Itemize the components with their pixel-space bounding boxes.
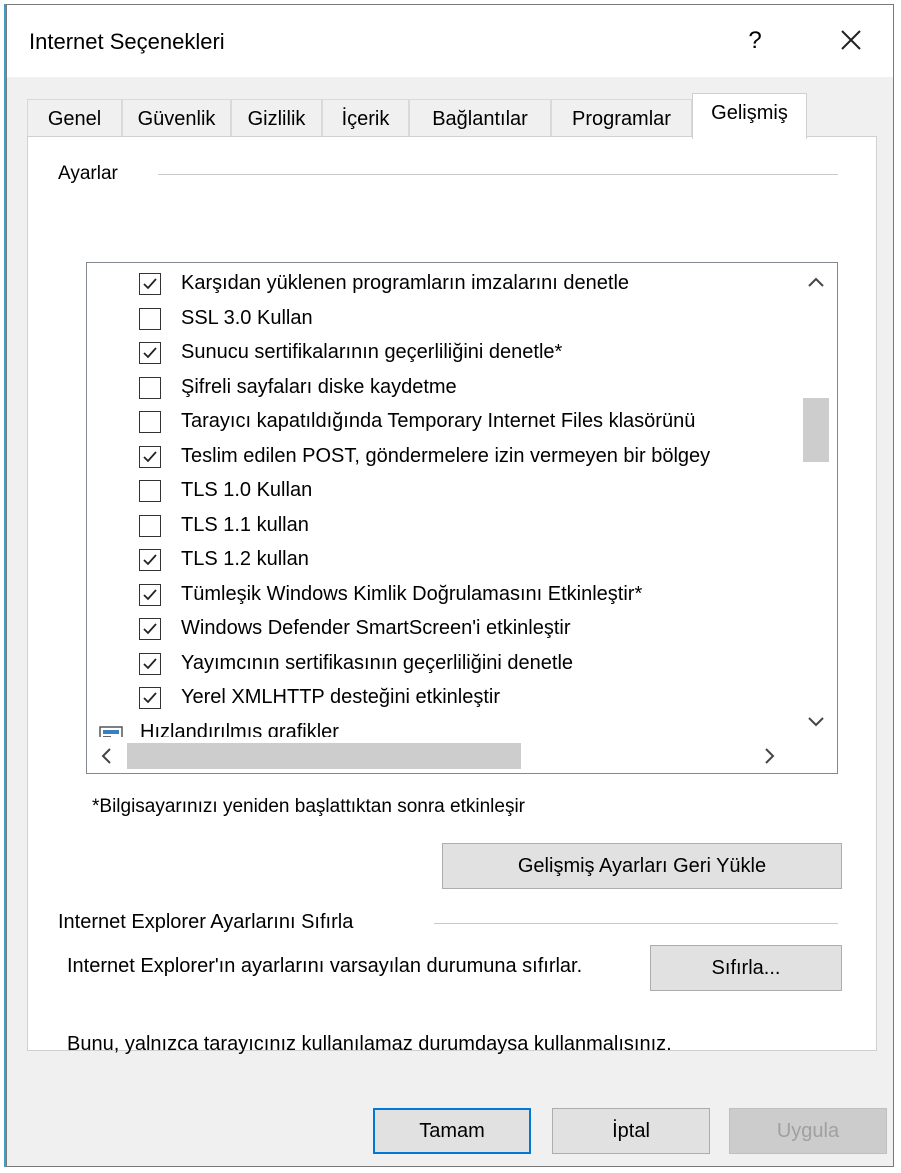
tab-icerik[interactable]: İçerik <box>322 99 409 137</box>
reset-group-divider <box>434 923 838 924</box>
checkmark-icon <box>143 623 157 635</box>
category-row-accelerated-graphics[interactable]: Hızlandırılmış grafikler <box>87 718 795 738</box>
tab-programlar[interactable]: Programlar <box>551 99 692 137</box>
dialog-footer: Tamam İptal Uygula <box>7 1096 893 1166</box>
setting-row[interactable]: Tarayıcı kapatıldığında Temporary Intern… <box>87 407 795 441</box>
setting-row[interactable]: Yerel XMLHTTP desteğini etkinleştir <box>87 683 795 717</box>
setting-label: TLS 1.1 kullan <box>181 513 309 536</box>
advanced-tab-panel: Ayarlar Karşıdan yüklenen programların i… <box>27 136 877 1051</box>
reset-warning: Bunu, yalnızca tarayıcınız kullanılamaz … <box>67 1033 672 1055</box>
setting-row[interactable]: TLS 1.1 kullan <box>87 511 795 545</box>
setting-row[interactable]: Şifreli sayfaları diske kaydetme <box>87 373 795 407</box>
setting-label: TLS 1.2 kullan <box>181 548 309 570</box>
setting-checkbox[interactable] <box>139 342 161 364</box>
title-bar: Internet Seçenekleri ? <box>7 5 893 77</box>
setting-checkbox[interactable] <box>139 411 161 433</box>
dialog-title: Internet Seçenekleri <box>29 29 225 54</box>
reset-group-label: Internet Explorer Ayarlarını Sıfırla <box>58 911 362 934</box>
reset-description: Internet Explorer'ın ayarlarını varsayıl… <box>67 955 583 977</box>
setting-checkbox[interactable] <box>139 618 161 640</box>
tab-genel[interactable]: Genel <box>27 99 122 137</box>
help-button[interactable]: ? <box>740 23 770 59</box>
setting-checkbox[interactable] <box>139 549 161 571</box>
checkmark-icon <box>143 692 157 704</box>
setting-label: Şifreli sayfaları diske kaydetme <box>181 375 457 398</box>
setting-label: TLS 1.0 Kullan <box>181 479 313 501</box>
setting-label: Yayımcının sertifikasının geçerliliğini … <box>181 651 574 674</box>
settings-group-label: Ayarlar <box>58 163 126 185</box>
setting-row[interactable]: Tümleşik Windows Kimlik Doğrulamasını Et… <box>87 580 795 614</box>
tab-gizlilik[interactable]: Gizlilik <box>231 99 322 137</box>
setting-label: SSL 3.0 Kullan <box>181 306 313 329</box>
cancel-button[interactable]: İptal <box>552 1108 710 1154</box>
setting-label: Karşıdan yüklenen programların imzaların… <box>181 272 630 294</box>
setting-label: Windows Defender SmartScreen'i etkinleşt… <box>181 617 571 639</box>
setting-label: Tümleşik Windows Kimlik Doğrulamasını Et… <box>181 582 643 605</box>
settings-list[interactable]: Karşıdan yüklenen programların imzaların… <box>87 263 795 737</box>
setting-row[interactable]: SSL 3.0 Kullan <box>87 304 795 338</box>
display-icon <box>99 725 123 737</box>
setting-checkbox[interactable] <box>139 652 161 675</box>
ok-button[interactable]: Tamam <box>373 1108 531 1154</box>
setting-checkbox[interactable] <box>139 273 161 295</box>
restart-note: *Bilgisayarınızı yeniden başlattıktan so… <box>92 796 526 817</box>
checkmark-icon <box>143 450 157 462</box>
setting-checkbox[interactable] <box>139 376 161 399</box>
setting-checkbox[interactable] <box>139 583 161 606</box>
apply-button: Uygula <box>729 1108 887 1154</box>
scroll-down-arrow-icon[interactable] <box>807 715 825 729</box>
tab-guvenlik[interactable]: Güvenlik <box>122 99 231 137</box>
horizontal-scroll-thumb[interactable] <box>127 743 521 769</box>
vertical-scroll-thumb[interactable] <box>803 398 829 462</box>
dialog-body: Genel Güvenlik Gizlilik İçerik Bağlantıl… <box>7 77 893 1096</box>
setting-label: Teslim edilen POST, göndermelere izin ve… <box>181 444 711 467</box>
setting-checkbox[interactable] <box>139 687 161 709</box>
setting-row[interactable]: Karşıdan yüklenen programların imzaların… <box>87 269 795 303</box>
setting-row[interactable]: Yayımcının sertifikasının geçerliliğini … <box>87 649 795 683</box>
setting-row[interactable]: Windows Defender SmartScreen'i etkinleşt… <box>87 614 795 648</box>
close-button[interactable] <box>833 21 869 59</box>
tab-baglantilar[interactable]: Bağlantılar <box>409 99 551 137</box>
setting-row[interactable]: Teslim edilen POST, göndermelere izin ve… <box>87 442 795 476</box>
settings-list-box: Karşıdan yüklenen programların imzaların… <box>86 262 838 774</box>
category-label: Hızlandırılmış grafikler <box>140 720 339 738</box>
vertical-scrollbar[interactable] <box>795 263 837 737</box>
setting-label: Yerel XMLHTTP desteğini etkinleştir <box>181 686 501 708</box>
close-icon <box>841 30 861 50</box>
setting-row[interactable]: TLS 1.2 kullan <box>87 545 795 579</box>
setting-checkbox[interactable] <box>139 480 161 502</box>
checkmark-icon <box>143 347 157 359</box>
restore-advanced-settings-button[interactable]: Gelişmiş Ayarları Geri Yükle <box>442 843 842 889</box>
scroll-left-arrow-icon[interactable] <box>99 747 113 765</box>
setting-checkbox[interactable] <box>139 445 161 468</box>
scroll-right-arrow-icon[interactable] <box>763 747 777 765</box>
scroll-up-arrow-icon[interactable] <box>807 275 825 289</box>
setting-row[interactable]: Sunucu sertifikalarının geçerliliğini de… <box>87 338 795 372</box>
reset-button[interactable]: Sıfırla... <box>650 945 842 991</box>
tab-gelismis[interactable]: Gelişmiş <box>692 93 807 139</box>
horizontal-scrollbar[interactable] <box>87 737 837 773</box>
setting-row[interactable]: TLS 1.0 Kullan <box>87 476 795 510</box>
checkmark-icon <box>143 278 157 290</box>
checkmark-icon <box>143 554 157 566</box>
setting-checkbox[interactable] <box>139 514 161 537</box>
setting-label: Tarayıcı kapatıldığında Temporary Intern… <box>181 410 696 432</box>
checkmark-icon <box>143 588 157 600</box>
checkmark-icon <box>143 657 157 669</box>
settings-group-divider <box>158 174 838 175</box>
setting-checkbox[interactable] <box>139 307 161 330</box>
setting-label: Sunucu sertifikalarının geçerliliğini de… <box>181 341 563 363</box>
internet-options-dialog: Internet Seçenekleri ? Genel Güvenlik Gi… <box>6 4 894 1167</box>
